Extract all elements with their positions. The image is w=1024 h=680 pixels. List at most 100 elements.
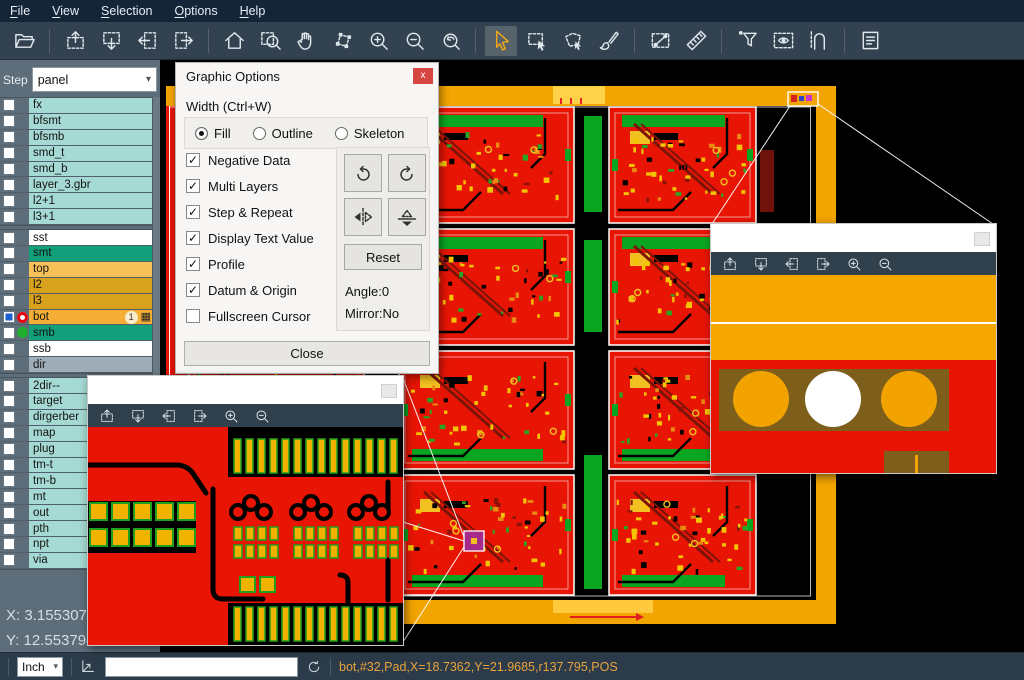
layer-row-ssb[interactable]: ssb	[0, 341, 153, 357]
flip-h-button[interactable]	[344, 198, 382, 236]
popup-pan-up-button[interactable]	[721, 255, 739, 273]
tool-pan-hand-button[interactable]	[290, 26, 322, 56]
grid-icon[interactable]: ▦	[141, 312, 151, 323]
popup-zoom-out-button[interactable]	[876, 255, 894, 273]
layer-checkbox[interactable]	[3, 459, 15, 471]
menu-item-view[interactable]: View	[52, 4, 79, 18]
checkbox-profile[interactable]: ✓Profile	[186, 251, 314, 277]
tool-select-rect-button[interactable]	[521, 26, 553, 56]
radio-fill[interactable]: Fill	[195, 126, 231, 141]
layer-checkbox[interactable]	[3, 279, 15, 291]
layer-checkbox[interactable]	[3, 523, 15, 535]
layer-name[interactable]: smt	[29, 246, 153, 261]
popup-zoom-in-button[interactable]	[845, 255, 863, 273]
layer-row-smd_t[interactable]: smd_t	[0, 146, 153, 162]
layer-row-sst[interactable]: sst	[0, 230, 153, 246]
popup-pan-down-button[interactable]	[129, 407, 147, 425]
tool-pan-down-button[interactable]	[95, 26, 127, 56]
checkbox-negative-data[interactable]: ✓Negative Data	[186, 147, 314, 173]
layer-checkbox[interactable]	[3, 115, 15, 127]
popup-pan-right-button[interactable]	[191, 407, 209, 425]
popup-titlebar[interactable]	[88, 376, 403, 404]
tool-zoom-out-button[interactable]	[398, 26, 430, 56]
layer-row-l2+1[interactable]: l2+1	[0, 193, 153, 209]
tool-open-button[interactable]	[8, 26, 40, 56]
layer-name[interactable]: l3+1	[29, 209, 153, 224]
layer-row-top[interactable]: top	[0, 262, 153, 278]
close-button[interactable]: Close	[184, 341, 430, 366]
layer-checkbox[interactable]	[3, 211, 15, 223]
layer-checkbox[interactable]	[3, 491, 15, 503]
layer-row-bot[interactable]: bot1▦	[0, 310, 153, 326]
rotate-ccw-button[interactable]	[388, 154, 426, 192]
layer-row-dir[interactable]: dir	[0, 357, 153, 373]
checkbox-multi-layers[interactable]: ✓Multi Layers	[186, 173, 314, 199]
tool-brush-button[interactable]	[593, 26, 625, 56]
layer-name[interactable]: bot1▦	[29, 310, 153, 325]
layer-checkbox[interactable]	[3, 554, 15, 566]
unit-select[interactable]: Inch ▾	[17, 657, 63, 677]
layer-name[interactable]: dir	[29, 357, 153, 372]
layer-name[interactable]: fx	[29, 98, 153, 113]
layer-name[interactable]: sst	[29, 230, 153, 245]
layer-checkbox[interactable]	[3, 232, 15, 244]
popup-pan-up-button[interactable]	[98, 407, 116, 425]
layer-name[interactable]: layer_3.gbr	[29, 177, 153, 192]
radio-outline[interactable]: Outline	[253, 126, 313, 141]
radio-skeleton[interactable]: Skeleton	[335, 126, 405, 141]
popup-zoom-out-button[interactable]	[253, 407, 271, 425]
layer-row-bfsmt[interactable]: bfsmt	[0, 114, 153, 130]
menu-item-options[interactable]: Options	[174, 4, 217, 18]
layer-row-smb[interactable]: smb	[0, 325, 153, 341]
popup-viewport[interactable]	[88, 427, 403, 645]
reset-button[interactable]: Reset	[344, 244, 422, 270]
layer-row-smt[interactable]: smt	[0, 246, 153, 262]
layer-name[interactable]: bfsmb	[29, 130, 153, 145]
popup-viewport[interactable]	[711, 275, 996, 473]
tool-measure-button[interactable]	[644, 26, 676, 56]
layer-checkbox[interactable]	[3, 395, 15, 407]
tool-pan-left-button[interactable]	[131, 26, 163, 56]
tool-pan-right-button[interactable]	[167, 26, 199, 56]
layer-name[interactable]: l2+1	[29, 193, 153, 208]
checkbox-datum-origin[interactable]: ✓Datum & Origin	[186, 277, 314, 303]
menu-item-selection[interactable]: Selection	[101, 4, 152, 18]
layer-name[interactable]: l3	[29, 294, 153, 309]
layer-checkbox[interactable]	[3, 343, 15, 355]
layer-checkbox[interactable]	[3, 327, 15, 339]
layer-checkbox[interactable]	[3, 247, 15, 259]
popup-titlebar[interactable]	[711, 224, 996, 252]
tool-select-poly-button[interactable]	[557, 26, 589, 56]
layer-checkbox[interactable]	[3, 427, 15, 439]
tool-zoom-back-button[interactable]	[434, 26, 466, 56]
command-input[interactable]	[105, 657, 298, 677]
layer-name[interactable]: smd_t	[29, 146, 153, 161]
step-select[interactable]: panel ▾	[32, 67, 157, 92]
popup-pan-right-button[interactable]	[814, 255, 832, 273]
popup-minimize-button[interactable]	[974, 232, 990, 246]
layer-name[interactable]: smd_b	[29, 162, 153, 177]
rotate-cw-button[interactable]	[344, 154, 382, 192]
tool-select-button[interactable]	[485, 26, 517, 56]
layer-checkbox[interactable]	[3, 163, 15, 175]
corner-snap-icon[interactable]	[80, 658, 97, 675]
layer-row-l3+1[interactable]: l3+1	[0, 209, 153, 225]
layer-checkbox[interactable]	[3, 295, 15, 307]
layer-checkbox[interactable]	[3, 507, 15, 519]
tool-ruler-button[interactable]	[680, 26, 712, 56]
layer-checkbox[interactable]	[3, 380, 15, 392]
tool-filter-button[interactable]	[731, 26, 763, 56]
layer-checkbox[interactable]	[3, 359, 15, 371]
tool-zoom-in-button[interactable]	[362, 26, 394, 56]
tool-pan-up-button[interactable]	[59, 26, 91, 56]
popup-zoom-in-button[interactable]	[222, 407, 240, 425]
menu-item-help[interactable]: Help	[240, 4, 266, 18]
layer-checkbox[interactable]	[3, 147, 15, 159]
layer-checkbox[interactable]	[3, 443, 15, 455]
layer-row-smd_b[interactable]: smd_b	[0, 162, 153, 178]
layer-checkbox[interactable]	[3, 538, 15, 550]
layer-name[interactable]: smb	[29, 325, 153, 340]
tool-zoom-shape-button[interactable]	[326, 26, 358, 56]
popup-minimize-button[interactable]	[381, 384, 397, 398]
tool-home-button[interactable]	[218, 26, 250, 56]
